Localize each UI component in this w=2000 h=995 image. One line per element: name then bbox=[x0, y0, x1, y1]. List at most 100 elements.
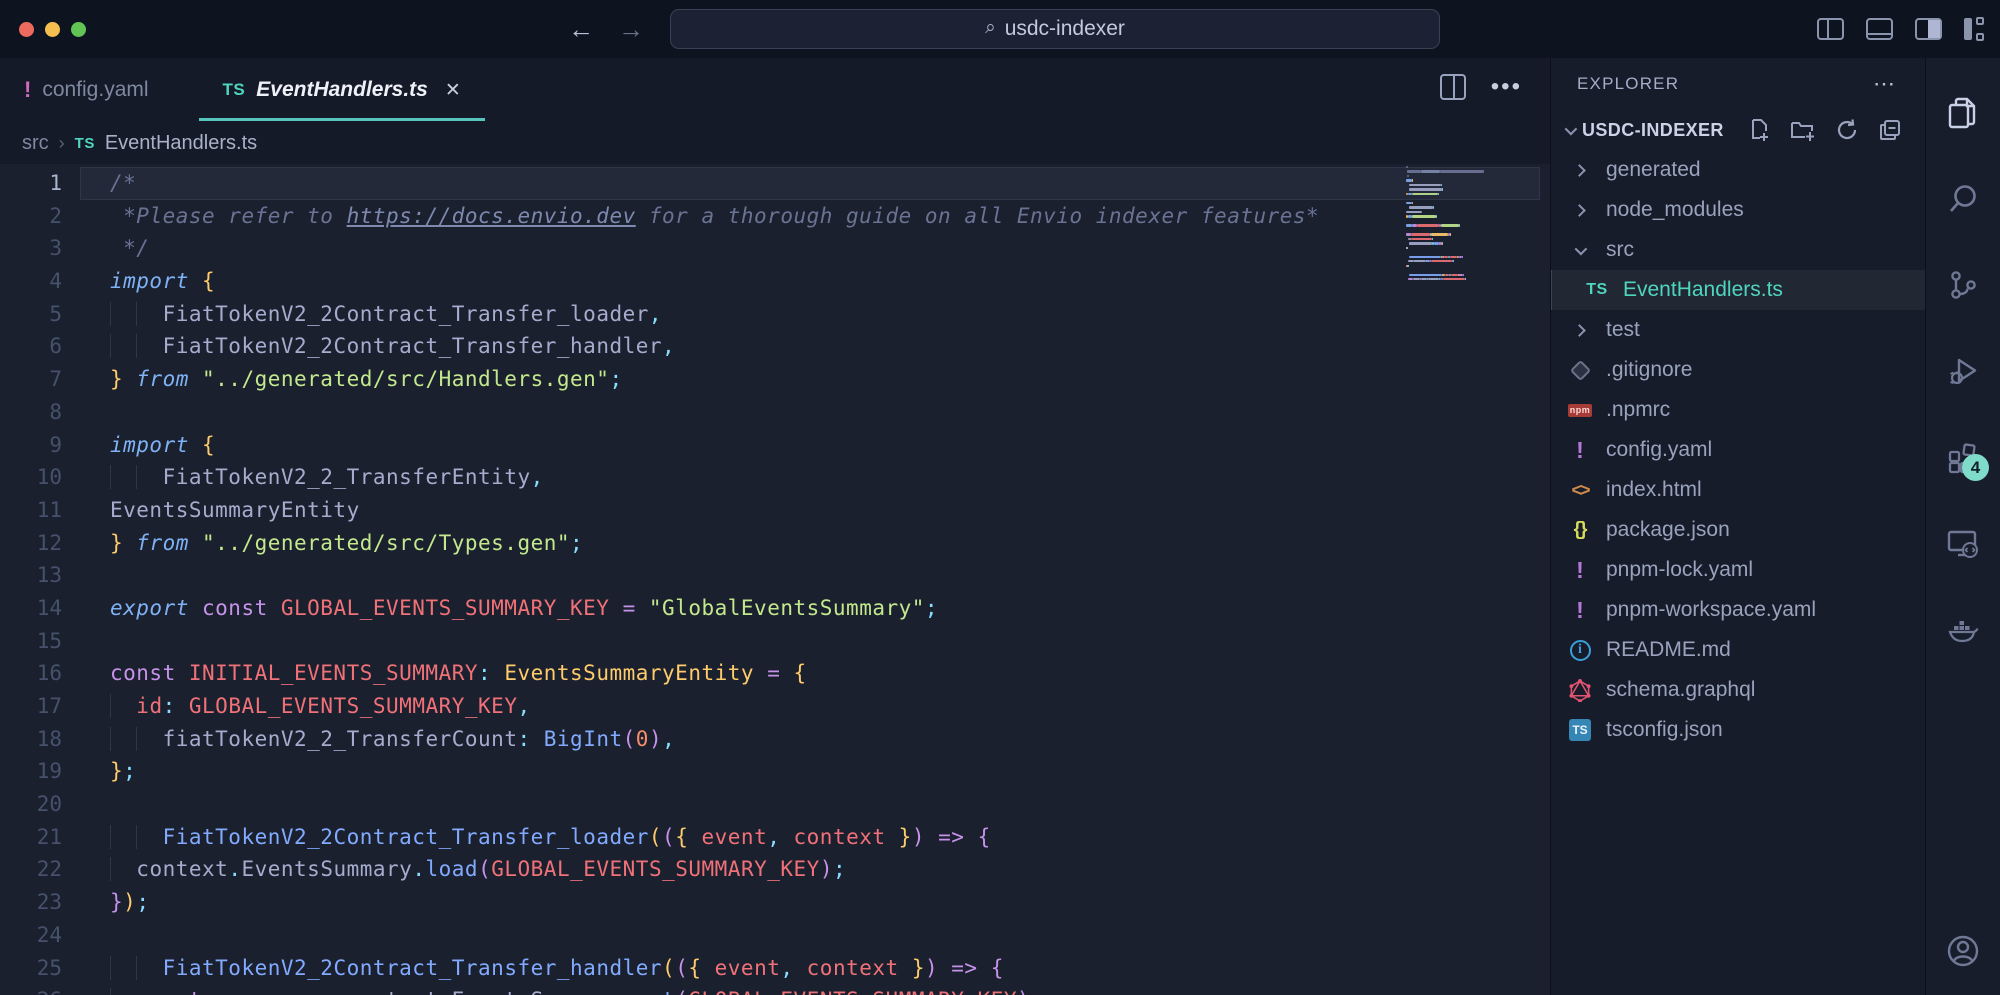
code-line[interactable]: 4import { bbox=[0, 265, 1550, 298]
remote-explorer-icon[interactable] bbox=[1945, 525, 1981, 561]
code-line[interactable]: 16const INITIAL_EVENTS_SUMMARY: EventsSu… bbox=[0, 657, 1550, 690]
tree-item-node-modules[interactable]: node_modules bbox=[1551, 190, 1925, 230]
code-line[interactable]: 9import { bbox=[0, 429, 1550, 462]
tab-eventhandlers-ts[interactable]: TS EventHandlers.ts ✕ bbox=[199, 58, 485, 122]
tree-item-package-json[interactable]: {}package.json bbox=[1551, 510, 1925, 550]
line-number[interactable]: 11 bbox=[0, 494, 62, 527]
code-line[interactable]: 15 bbox=[0, 625, 1550, 658]
code-line[interactable]: 22 context.EventsSummary.load(GLOBAL_EVE… bbox=[0, 853, 1550, 886]
line-number[interactable]: 2 bbox=[0, 200, 62, 233]
line-number[interactable]: 14 bbox=[0, 592, 62, 625]
code-line[interactable]: 26 const summary = context.EventsSummary… bbox=[0, 984, 1550, 995]
tree-item-pnpm-lock-yaml[interactable]: !pnpm-lock.yaml bbox=[1551, 550, 1925, 590]
breadcrumb-file[interactable]: EventHandlers.ts bbox=[105, 132, 257, 155]
line-number[interactable]: 21 bbox=[0, 821, 62, 854]
code-line[interactable]: 6 FiatTokenV2_2Contract_Transfer_handler… bbox=[0, 330, 1550, 363]
code-line[interactable]: 8 bbox=[0, 396, 1550, 429]
code-line[interactable]: 23}); bbox=[0, 886, 1550, 919]
code-line[interactable]: 5 FiatTokenV2_2Contract_Transfer_loader, bbox=[0, 298, 1550, 331]
line-number[interactable]: 25 bbox=[0, 952, 62, 985]
code-line[interactable]: 7} from "../generated/src/Handlers.gen"; bbox=[0, 363, 1550, 396]
code-line[interactable]: 19}; bbox=[0, 755, 1550, 788]
close-window-button[interactable] bbox=[19, 22, 34, 37]
code-area[interactable]: 1/*2 *Please refer to https://docs.envio… bbox=[0, 164, 1550, 995]
line-number[interactable]: 23 bbox=[0, 886, 62, 919]
line-number[interactable]: 15 bbox=[0, 625, 62, 658]
line-number[interactable]: 5 bbox=[0, 298, 62, 331]
refresh-icon[interactable] bbox=[1834, 117, 1860, 143]
line-number[interactable]: 6 bbox=[0, 330, 62, 363]
tree-item-config-yaml[interactable]: !config.yaml bbox=[1551, 430, 1925, 470]
files-icon[interactable] bbox=[1945, 95, 1981, 131]
tree-item-schema-graphql[interactable]: schema.graphql bbox=[1551, 670, 1925, 710]
code-line[interactable]: 13 bbox=[0, 559, 1550, 592]
command-center-search[interactable]: ⌕ usdc-indexer bbox=[670, 9, 1440, 49]
code-token: ( bbox=[623, 727, 636, 751]
code-line[interactable]: 1/* bbox=[0, 167, 1550, 200]
extensions-icon[interactable]: 4 bbox=[1945, 439, 1981, 475]
line-number[interactable]: 8 bbox=[0, 396, 62, 429]
tree-item-index-html[interactable]: <>index.html bbox=[1551, 470, 1925, 510]
collapse-all-icon[interactable] bbox=[1877, 117, 1903, 143]
line-number[interactable]: 3 bbox=[0, 232, 62, 265]
toggle-left-sidebar-icon[interactable] bbox=[1817, 18, 1844, 40]
code-line[interactable]: 2 *Please refer to https://docs.envio.de… bbox=[0, 200, 1550, 233]
tree-item-eventhandlers-ts[interactable]: TSEventHandlers.ts bbox=[1551, 270, 1925, 310]
account-icon[interactable] bbox=[1945, 933, 1981, 969]
tree-item--npmrc[interactable]: npm.npmrc bbox=[1551, 390, 1925, 430]
close-tab-icon[interactable]: ✕ bbox=[445, 79, 461, 102]
tab-config-yaml[interactable]: ! config.yaml bbox=[0, 58, 173, 122]
tree-item-readme-md[interactable]: iREADME.md bbox=[1551, 630, 1925, 670]
new-folder-icon[interactable] bbox=[1789, 117, 1817, 143]
maximize-window-button[interactable] bbox=[71, 22, 86, 37]
code-line[interactable]: 18 fiatTokenV2_2_TransferCount: BigInt(0… bbox=[0, 723, 1550, 756]
tree-item-src[interactable]: src bbox=[1551, 230, 1925, 270]
customize-layout-icon[interactable] bbox=[1964, 17, 1984, 41]
toggle-right-sidebar-icon[interactable] bbox=[1915, 18, 1942, 40]
line-number[interactable]: 4 bbox=[0, 265, 62, 298]
search-icon[interactable] bbox=[1945, 181, 1981, 217]
code-line[interactable]: 21 FiatTokenV2_2Contract_Transfer_loader… bbox=[0, 821, 1550, 854]
line-number[interactable]: 7 bbox=[0, 363, 62, 396]
line-number[interactable]: 1 bbox=[0, 167, 62, 200]
code-line[interactable]: 24 bbox=[0, 919, 1550, 952]
tree-item-pnpm-workspace-yaml[interactable]: !pnpm-workspace.yaml bbox=[1551, 590, 1925, 630]
line-number[interactable]: 16 bbox=[0, 657, 62, 690]
code-line[interactable]: 10 FiatTokenV2_2_TransferEntity, bbox=[0, 461, 1550, 494]
code-line[interactable]: 25 FiatTokenV2_2Contract_Transfer_handle… bbox=[0, 952, 1550, 985]
tree-item-test[interactable]: test bbox=[1551, 310, 1925, 350]
tree-item-generated[interactable]: generated bbox=[1551, 150, 1925, 190]
source-control-icon[interactable] bbox=[1945, 267, 1981, 303]
line-number[interactable]: 10 bbox=[0, 461, 62, 494]
code-line[interactable]: 11EventsSummaryEntity bbox=[0, 494, 1550, 527]
line-number[interactable]: 26 bbox=[0, 984, 62, 995]
line-number[interactable]: 20 bbox=[0, 788, 62, 821]
navigate-forward-icon[interactable]: → bbox=[618, 16, 644, 42]
toggle-panel-icon[interactable] bbox=[1866, 18, 1893, 40]
navigate-back-icon[interactable]: ← bbox=[568, 16, 594, 42]
workspace-section-header[interactable]: USDC-INDEXER bbox=[1551, 110, 1925, 150]
line-number[interactable]: 18 bbox=[0, 723, 62, 756]
code-line[interactable]: 3 */ bbox=[0, 232, 1550, 265]
minimize-window-button[interactable] bbox=[45, 22, 60, 37]
tree-item-label: README.md bbox=[1606, 638, 1731, 662]
line-number[interactable]: 19 bbox=[0, 755, 62, 788]
new-file-icon[interactable] bbox=[1746, 117, 1772, 143]
line-number[interactable]: 12 bbox=[0, 527, 62, 560]
code-token: ; bbox=[925, 596, 938, 620]
docker-icon[interactable] bbox=[1945, 611, 1981, 647]
code-line[interactable]: 17 id: GLOBAL_EVENTS_SUMMARY_KEY, bbox=[0, 690, 1550, 723]
code-line[interactable]: 12} from "../generated/src/Types.gen"; bbox=[0, 527, 1550, 560]
code-line[interactable]: 20 bbox=[0, 788, 1550, 821]
run-debug-icon[interactable] bbox=[1945, 353, 1981, 389]
line-number[interactable]: 9 bbox=[0, 429, 62, 462]
line-number[interactable]: 13 bbox=[0, 559, 62, 592]
tree-item--gitignore[interactable]: .gitignore bbox=[1551, 350, 1925, 390]
tree-item-tsconfig-json[interactable]: TStsconfig.json bbox=[1551, 710, 1925, 750]
line-number[interactable]: 24 bbox=[0, 919, 62, 952]
breadcrumb-folder[interactable]: src bbox=[22, 132, 49, 155]
code-line[interactable]: 14export const GLOBAL_EVENTS_SUMMARY_KEY… bbox=[0, 592, 1550, 625]
line-number[interactable]: 22 bbox=[0, 853, 62, 886]
line-number[interactable]: 17 bbox=[0, 690, 62, 723]
split-editor-icon[interactable] bbox=[1440, 74, 1466, 100]
